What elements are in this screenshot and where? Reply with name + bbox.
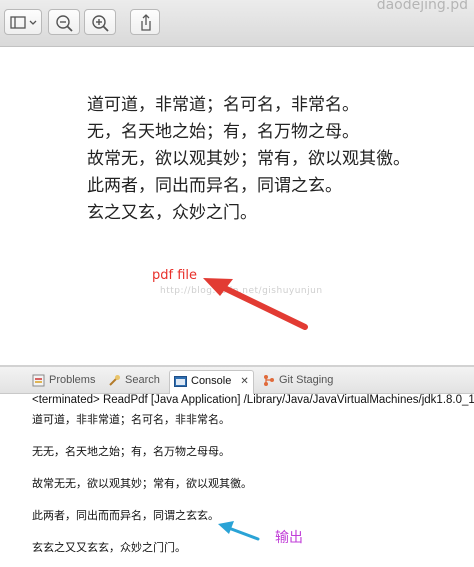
blue-arrow-icon	[218, 521, 260, 541]
red-arrow-icon	[203, 278, 308, 330]
eclipse-console-view: Problems Search Console ✕ Git Staging <t…	[0, 367, 474, 567]
pdf-preview-window: daodejing.pd 道可道，非常道；名可名，非常名。 无，名天地之始；有，…	[0, 0, 474, 365]
